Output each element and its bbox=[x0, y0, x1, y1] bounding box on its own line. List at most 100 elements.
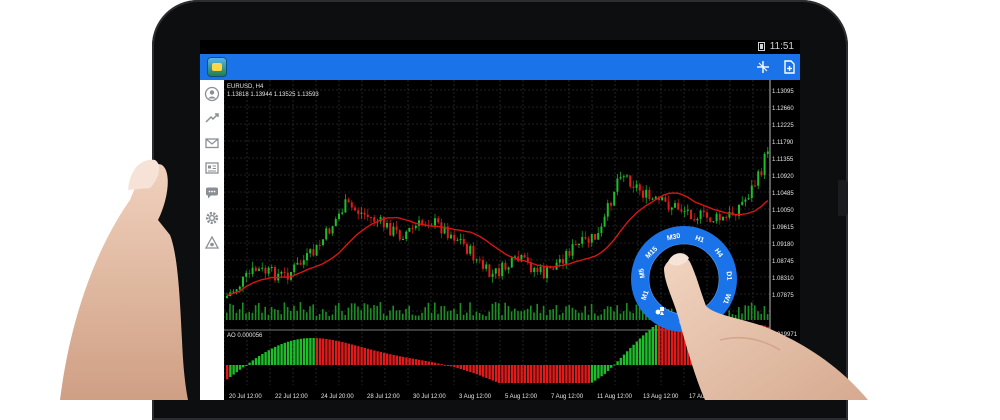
volume-bar bbox=[440, 306, 442, 320]
ao-bar bbox=[376, 351, 379, 365]
candle-body bbox=[706, 212, 708, 218]
volume-bar bbox=[424, 307, 426, 320]
ao-bar bbox=[341, 342, 344, 365]
price-tick: 1.10050 bbox=[772, 208, 794, 214]
volume-bar bbox=[763, 306, 766, 320]
ao-bar bbox=[386, 353, 389, 365]
date-tick: 28 Jul 12:00 bbox=[367, 394, 400, 400]
candle-body bbox=[459, 239, 462, 241]
ao-bar bbox=[568, 365, 571, 383]
volume-bar bbox=[261, 312, 263, 320]
ao-bar bbox=[475, 365, 478, 375]
app-logo-icon[interactable] bbox=[207, 57, 227, 77]
candle-body bbox=[744, 199, 747, 202]
candle-body bbox=[466, 243, 468, 254]
candle-body bbox=[536, 268, 539, 273]
volume-bar bbox=[533, 312, 535, 320]
timeframe-radial-menu[interactable]: M1 M5 M15 M30 H1 H4 D1 W1 bbox=[631, 226, 737, 332]
mail-icon[interactable] bbox=[204, 135, 220, 151]
candle-body bbox=[280, 271, 283, 274]
candle-body bbox=[677, 203, 680, 210]
candle-body bbox=[322, 239, 324, 245]
candle-body bbox=[712, 221, 715, 223]
volume-bar bbox=[373, 305, 375, 320]
candle-body bbox=[568, 251, 571, 256]
volume-bar bbox=[347, 307, 350, 320]
settings-icon[interactable] bbox=[204, 210, 220, 226]
battery-icon bbox=[757, 42, 765, 51]
volume-bar bbox=[622, 311, 625, 320]
ao-bar bbox=[514, 365, 517, 383]
chat-icon[interactable] bbox=[204, 185, 220, 201]
ao-bar bbox=[299, 338, 302, 365]
volume-bar bbox=[565, 306, 567, 320]
candle-body bbox=[539, 266, 542, 273]
volume-bar bbox=[530, 305, 532, 320]
ao-bar bbox=[456, 365, 459, 369]
volume-bar bbox=[456, 314, 458, 320]
ao-bar bbox=[437, 363, 440, 365]
ao-bar bbox=[293, 340, 296, 365]
price-tick: 1.10920 bbox=[772, 174, 794, 180]
news-icon[interactable] bbox=[204, 160, 220, 176]
volume-bar bbox=[453, 308, 455, 320]
volume-bar bbox=[344, 315, 346, 320]
candle-body bbox=[686, 209, 689, 211]
ao-bar bbox=[622, 354, 626, 365]
ao-bar bbox=[379, 352, 382, 365]
candle-body bbox=[754, 185, 756, 187]
ao-bar bbox=[395, 355, 398, 365]
trade-icon[interactable] bbox=[204, 110, 220, 126]
volume-bar bbox=[549, 309, 551, 320]
candle-body bbox=[338, 213, 340, 220]
volume-bar bbox=[251, 312, 254, 320]
candle-body bbox=[398, 230, 401, 240]
volume-bar bbox=[430, 313, 433, 320]
ao-bar bbox=[626, 351, 629, 365]
candle-body bbox=[315, 244, 318, 256]
price-tick: 1.13095 bbox=[772, 89, 794, 95]
candle-body bbox=[469, 245, 472, 254]
volume-bar bbox=[597, 315, 599, 320]
ao-bar bbox=[328, 339, 331, 365]
price-tick: 1.12225 bbox=[772, 123, 794, 129]
candle-body bbox=[642, 190, 644, 198]
crosshair-icon[interactable] bbox=[755, 59, 771, 75]
ao-bar bbox=[302, 338, 306, 365]
awesome-oscillator-histogram bbox=[226, 325, 770, 383]
ao-bar bbox=[501, 365, 504, 383]
volume-bar bbox=[238, 309, 241, 320]
candle-body bbox=[302, 260, 305, 265]
chart-ohlc-label: 1.13818 1.13944 1.13525 1.13593 bbox=[227, 92, 319, 98]
candle-body bbox=[674, 203, 676, 208]
ao-bar bbox=[434, 362, 437, 365]
volume-bar bbox=[405, 308, 407, 320]
volume-bar bbox=[408, 305, 410, 320]
volume-bar bbox=[386, 315, 388, 320]
ao-bar bbox=[603, 365, 606, 374]
ao-bar bbox=[290, 340, 293, 365]
candle-body bbox=[258, 268, 260, 271]
ao-bar bbox=[651, 326, 654, 365]
timeframe-d1[interactable]: D1 bbox=[725, 271, 733, 281]
candle-body bbox=[402, 239, 404, 241]
volume-bar bbox=[382, 313, 385, 320]
volume-bar bbox=[750, 302, 753, 320]
account-icon[interactable] bbox=[204, 86, 220, 102]
ao-bar bbox=[757, 325, 760, 365]
ao-bar bbox=[498, 365, 501, 383]
candle-body bbox=[462, 239, 465, 244]
new-order-icon[interactable] bbox=[781, 59, 797, 75]
date-tick: 11 Aug 12:00 bbox=[597, 394, 633, 400]
volume-bar bbox=[542, 305, 545, 320]
volume-bar bbox=[466, 312, 468, 320]
volume-bar bbox=[245, 313, 247, 320]
ao-bar bbox=[357, 346, 360, 365]
candle-body bbox=[709, 217, 712, 222]
status-bar: 11:51 bbox=[200, 40, 800, 54]
ao-bar bbox=[370, 349, 373, 365]
ao-bar bbox=[578, 365, 581, 383]
candle-body bbox=[680, 209, 683, 212]
journal-icon[interactable] bbox=[204, 235, 220, 251]
price-chart[interactable]: EURUSD, H4 1.13818 1.13944 1.13525 1.135… bbox=[223, 80, 800, 400]
